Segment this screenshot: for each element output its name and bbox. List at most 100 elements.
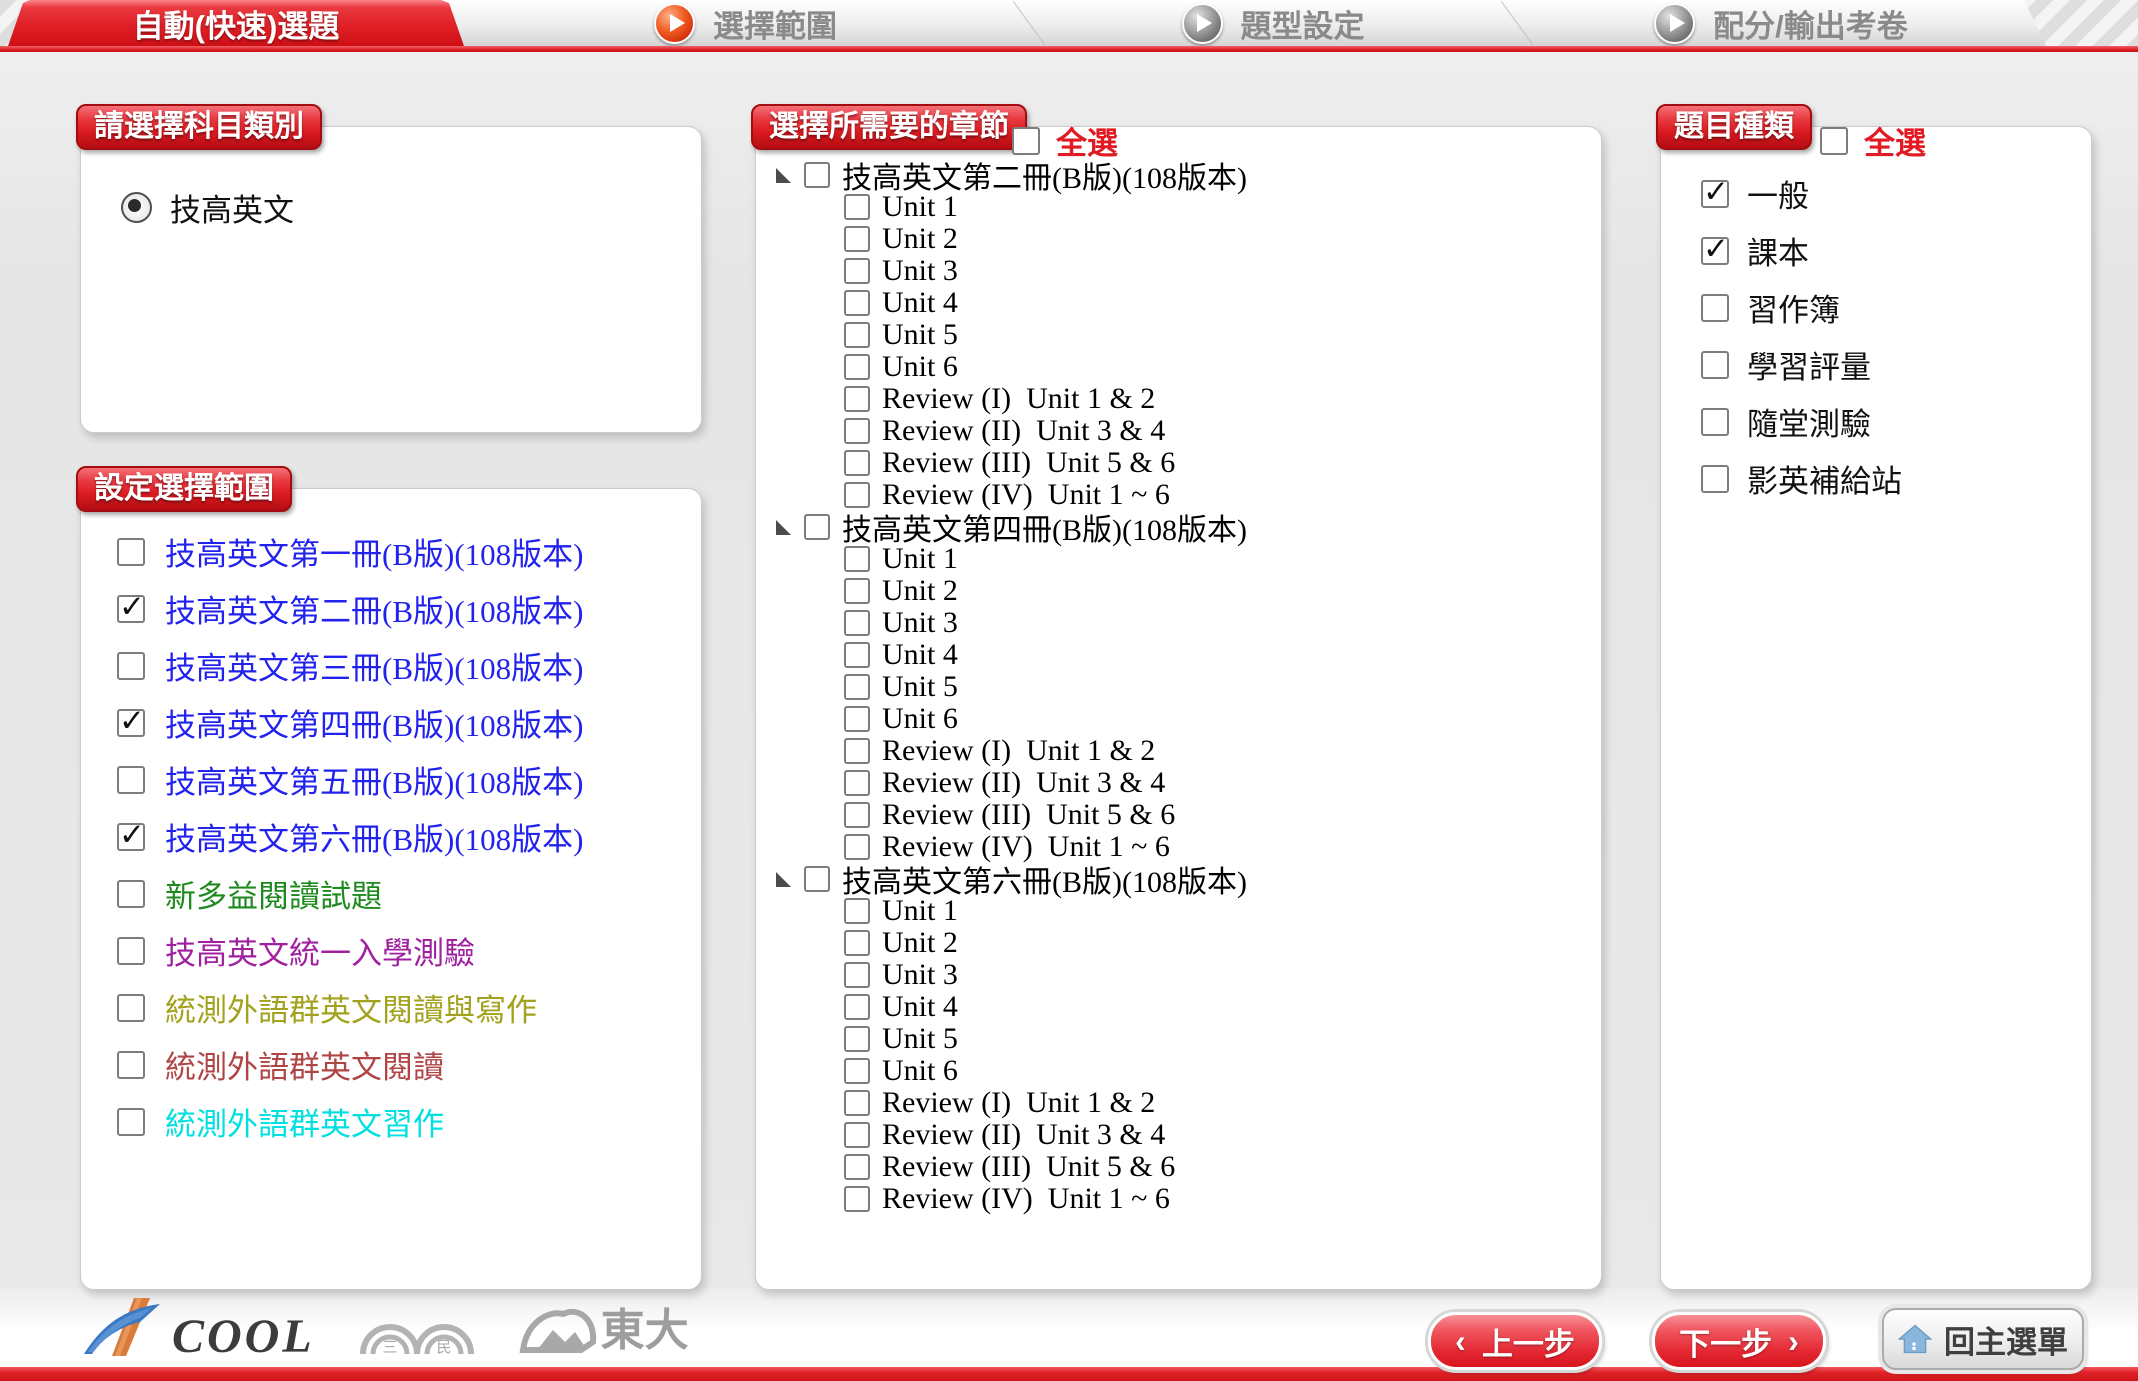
checkbox[interactable] xyxy=(844,546,870,572)
checkbox[interactable] xyxy=(844,1154,870,1180)
tab-question-type-setting[interactable]: 題型設定 xyxy=(1030,0,1516,46)
range-item[interactable]: 新多益閱讀試題 xyxy=(117,865,583,922)
range-item[interactable]: 技高英文統一入學測驗 xyxy=(117,922,583,979)
checkbox[interactable] xyxy=(844,706,870,732)
tree-unit-row[interactable]: Unit 2 xyxy=(776,223,1247,255)
checkbox[interactable] xyxy=(844,738,870,764)
collapse-arrow-icon[interactable] xyxy=(776,871,792,887)
checkbox[interactable] xyxy=(844,1122,870,1148)
checkbox[interactable] xyxy=(844,226,870,252)
range-item[interactable]: 技高英文第二冊(B版)(108版本) xyxy=(117,580,583,637)
tree-unit-row[interactable]: Unit 4 xyxy=(776,991,1247,1023)
tree-unit-row[interactable]: Unit 4 xyxy=(776,287,1247,319)
tree-unit-row[interactable]: Unit 6 xyxy=(776,1055,1247,1087)
checkbox[interactable] xyxy=(844,994,870,1020)
type-item[interactable]: 習作簿 xyxy=(1701,279,1902,336)
checkbox[interactable] xyxy=(1012,127,1040,155)
checkbox[interactable] xyxy=(1820,127,1848,155)
tree-unit-row[interactable]: Unit 5 xyxy=(776,671,1247,703)
checkbox[interactable] xyxy=(804,514,830,540)
checkbox[interactable] xyxy=(1701,237,1729,265)
next-step-button[interactable]: 下一步 › xyxy=(1652,1312,1826,1370)
checkbox[interactable] xyxy=(117,937,145,965)
checkbox[interactable] xyxy=(117,880,145,908)
range-item[interactable]: 統測外語群英文閱讀 xyxy=(117,1036,583,1093)
checkbox[interactable] xyxy=(1701,465,1729,493)
tree-unit-row[interactable]: Unit 4 xyxy=(776,639,1247,671)
range-item[interactable]: 技高英文第六冊(B版)(108版本) xyxy=(117,808,583,865)
checkbox[interactable] xyxy=(804,866,830,892)
checkbox[interactable] xyxy=(844,450,870,476)
tree-unit-row[interactable]: Unit 2 xyxy=(776,575,1247,607)
checkbox[interactable] xyxy=(1701,294,1729,322)
tree-book-row[interactable]: 技高英文第六冊(B版)(108版本) xyxy=(776,863,1247,895)
checkbox[interactable] xyxy=(844,610,870,636)
type-item[interactable]: 課本 xyxy=(1701,222,1902,279)
checkbox[interactable] xyxy=(117,538,145,566)
checkbox[interactable] xyxy=(844,1090,870,1116)
checkbox[interactable] xyxy=(844,482,870,508)
range-item[interactable]: 技高英文第五冊(B版)(108版本) xyxy=(117,751,583,808)
checkbox[interactable] xyxy=(844,1186,870,1212)
range-item[interactable]: 統測外語群英文習作 xyxy=(117,1093,583,1150)
type-item[interactable]: 一般 xyxy=(1701,165,1902,222)
tree-unit-row[interactable]: Unit 3 xyxy=(776,255,1247,287)
type-item[interactable]: 隨堂測驗 xyxy=(1701,393,1902,450)
subject-option[interactable]: 技高英文 xyxy=(121,185,294,230)
chapter-select-all[interactable]: 全選 xyxy=(1012,118,1118,163)
checkbox[interactable] xyxy=(844,290,870,316)
tab-auto-quick-select[interactable]: 自動(快速)選題 xyxy=(8,0,464,46)
checkbox[interactable] xyxy=(844,802,870,828)
checkbox[interactable] xyxy=(844,386,870,412)
checkbox[interactable] xyxy=(844,354,870,380)
tree-book-row[interactable]: 技高英文第四冊(B版)(108版本) xyxy=(776,511,1247,543)
checkbox[interactable] xyxy=(844,898,870,924)
tree-unit-row[interactable]: Unit 6 xyxy=(776,703,1247,735)
checkbox[interactable] xyxy=(844,930,870,956)
radio-button[interactable] xyxy=(121,192,152,223)
tree-review-row[interactable]: Review (IV) Unit 1 ~ 6 xyxy=(776,1183,1247,1215)
checkbox[interactable] xyxy=(117,1051,145,1079)
tree-review-row[interactable]: Review (III) Unit 5 & 6 xyxy=(776,799,1247,831)
checkbox[interactable] xyxy=(117,994,145,1022)
tree-unit-row[interactable]: Unit 6 xyxy=(776,351,1247,383)
checkbox[interactable] xyxy=(844,578,870,604)
checkbox[interactable] xyxy=(844,258,870,284)
tree-unit-row[interactable]: Unit 5 xyxy=(776,1023,1247,1055)
tree-review-row[interactable]: Review (III) Unit 5 & 6 xyxy=(776,447,1247,479)
type-item[interactable]: 影英補給站 xyxy=(1701,450,1902,507)
checkbox[interactable] xyxy=(844,962,870,988)
collapse-arrow-icon[interactable] xyxy=(776,519,792,535)
checkbox[interactable] xyxy=(844,770,870,796)
tab-score-output[interactable]: 配分/輸出考卷 xyxy=(1517,0,2045,46)
checkbox[interactable] xyxy=(117,709,145,737)
checkbox[interactable] xyxy=(844,1026,870,1052)
tree-review-row[interactable]: Review (I) Unit 1 & 2 xyxy=(776,1087,1247,1119)
tree-unit-row[interactable]: Unit 3 xyxy=(776,959,1247,991)
tree-unit-row[interactable]: Unit 2 xyxy=(776,927,1247,959)
tree-unit-row[interactable]: Unit 5 xyxy=(776,319,1247,351)
checkbox[interactable] xyxy=(844,418,870,444)
checkbox[interactable] xyxy=(1701,180,1729,208)
range-item[interactable]: 技高英文第三冊(B版)(108版本) xyxy=(117,637,583,694)
checkbox[interactable] xyxy=(844,1058,870,1084)
range-item[interactable]: 統測外語群英文閱讀與寫作 xyxy=(117,979,583,1036)
checkbox[interactable] xyxy=(1701,408,1729,436)
tree-book-row[interactable]: 技高英文第二冊(B版)(108版本) xyxy=(776,159,1247,191)
checkbox[interactable] xyxy=(117,1108,145,1136)
tree-review-row[interactable]: Review (I) Unit 1 & 2 xyxy=(776,735,1247,767)
tree-review-row[interactable]: Review (II) Unit 3 & 4 xyxy=(776,1119,1247,1151)
checkbox[interactable] xyxy=(117,823,145,851)
checkbox[interactable] xyxy=(844,194,870,220)
range-item[interactable]: 技高英文第一冊(B版)(108版本) xyxy=(117,523,583,580)
checkbox[interactable] xyxy=(117,766,145,794)
collapse-arrow-icon[interactable] xyxy=(776,167,792,183)
tree-review-row[interactable]: Review (II) Unit 3 & 4 xyxy=(776,415,1247,447)
checkbox[interactable] xyxy=(1701,351,1729,379)
checkbox[interactable] xyxy=(117,652,145,680)
tree-review-row[interactable]: Review (I) Unit 1 & 2 xyxy=(776,383,1247,415)
checkbox[interactable] xyxy=(844,834,870,860)
type-item[interactable]: 學習評量 xyxy=(1701,336,1902,393)
tree-review-row[interactable]: Review (III) Unit 5 & 6 xyxy=(776,1151,1247,1183)
checkbox[interactable] xyxy=(844,674,870,700)
